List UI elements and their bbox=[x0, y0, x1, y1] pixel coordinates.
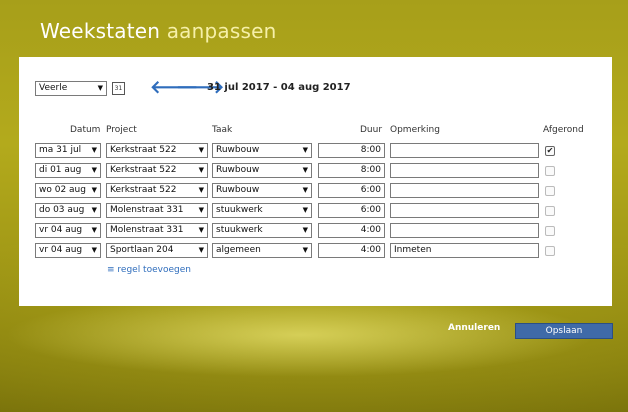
remark-input[interactable] bbox=[390, 143, 539, 158]
person-select-value: Veerle bbox=[39, 83, 68, 93]
date-value: vr 04 aug bbox=[39, 225, 83, 235]
done-checkbox[interactable] bbox=[545, 246, 555, 256]
column-header-task: Taak bbox=[212, 125, 233, 135]
page-title: Weekstaten aanpassen bbox=[40, 19, 276, 43]
remark-input[interactable] bbox=[390, 223, 539, 238]
chevron-down-icon: ▼ bbox=[91, 206, 97, 214]
task-value: algemeen bbox=[216, 245, 261, 255]
project-select[interactable]: Kerkstraat 522 ▼ bbox=[106, 143, 208, 158]
chevron-down-icon: ▼ bbox=[302, 166, 308, 174]
date-select[interactable]: wo 02 aug ▼ bbox=[35, 183, 101, 198]
chevron-down-icon: ▼ bbox=[198, 226, 204, 234]
date-value: vr 04 aug bbox=[39, 245, 83, 255]
date-range: 31 jul 2017 - 04 aug 2017 bbox=[207, 82, 351, 93]
column-header-project: Project bbox=[106, 125, 137, 135]
chevron-down-icon: ▼ bbox=[198, 166, 204, 174]
duration-input[interactable]: 8:00 bbox=[318, 163, 385, 178]
task-select[interactable]: Ruwbouw ▼ bbox=[212, 183, 312, 198]
chevron-down-icon: ▼ bbox=[97, 84, 103, 92]
done-checkbox[interactable] bbox=[545, 206, 555, 216]
task-value: Ruwbouw bbox=[216, 165, 260, 175]
chevron-down-icon: ▼ bbox=[302, 246, 308, 254]
task-select[interactable]: algemeen ▼ bbox=[212, 243, 312, 258]
date-value: wo 02 aug bbox=[39, 185, 86, 195]
task-value: Ruwbouw bbox=[216, 185, 260, 195]
cancel-button[interactable]: Annuleren bbox=[448, 323, 500, 333]
project-select[interactable]: Molenstraat 331 ▼ bbox=[106, 203, 208, 218]
task-select[interactable]: stuukwerk ▼ bbox=[212, 223, 312, 238]
done-checkbox[interactable] bbox=[545, 166, 555, 176]
date-value: ma 31 jul bbox=[39, 145, 82, 155]
chevron-down-icon: ▼ bbox=[302, 186, 308, 194]
task-value: Ruwbouw bbox=[216, 145, 260, 155]
chevron-down-icon: ▼ bbox=[91, 186, 97, 194]
project-value: Sportlaan 204 bbox=[110, 245, 174, 255]
add-row-link[interactable]: ≡ regel toevoegen bbox=[107, 265, 191, 275]
date-select[interactable]: vr 04 aug ▼ bbox=[35, 243, 101, 258]
done-checkbox[interactable] bbox=[545, 186, 555, 196]
duration-input[interactable]: 6:00 bbox=[318, 203, 385, 218]
column-header-date: Datum bbox=[70, 125, 101, 135]
chevron-down-icon: ▼ bbox=[91, 166, 97, 174]
calendar-icon[interactable]: 31 bbox=[112, 82, 125, 95]
project-value: Molenstraat 331 bbox=[110, 225, 184, 235]
column-header-remark: Opmerking bbox=[390, 125, 440, 135]
date-select[interactable]: vr 04 aug ▼ bbox=[35, 223, 101, 238]
done-checkbox[interactable] bbox=[545, 226, 555, 236]
project-value: Kerkstraat 522 bbox=[110, 145, 177, 155]
page-title-accent: aanpassen bbox=[166, 19, 277, 43]
chevron-down-icon: ▼ bbox=[302, 226, 308, 234]
task-select[interactable]: stuukwerk ▼ bbox=[212, 203, 312, 218]
chevron-down-icon: ▼ bbox=[198, 246, 204, 254]
chevron-down-icon: ▼ bbox=[198, 186, 204, 194]
project-select[interactable]: Sportlaan 204 ▼ bbox=[106, 243, 208, 258]
remark-input[interactable] bbox=[390, 163, 539, 178]
date-select[interactable]: do 03 aug ▼ bbox=[35, 203, 101, 218]
page-title-main: Weekstaten bbox=[40, 19, 161, 43]
project-value: Kerkstraat 522 bbox=[110, 185, 177, 195]
chevron-down-icon: ▼ bbox=[198, 206, 204, 214]
duration-input[interactable]: 4:00 bbox=[318, 223, 385, 238]
column-header-done: Afgerond bbox=[543, 125, 584, 135]
project-select[interactable]: Kerkstraat 522 ▼ bbox=[106, 183, 208, 198]
duration-input[interactable]: 6:00 bbox=[318, 183, 385, 198]
task-select[interactable]: Ruwbouw ▼ bbox=[212, 143, 312, 158]
task-select[interactable]: Ruwbouw ▼ bbox=[212, 163, 312, 178]
task-value: stuukwerk bbox=[216, 225, 263, 235]
checkmark-icon: ✔ bbox=[546, 146, 554, 155]
timesheet-panel: Veerle ▼ 31 🡐 🡒 31 jul 2017 - 04 aug 201… bbox=[19, 57, 612, 306]
project-value: Molenstraat 331 bbox=[110, 205, 184, 215]
project-select[interactable]: Molenstraat 331 ▼ bbox=[106, 223, 208, 238]
remark-input[interactable] bbox=[390, 183, 539, 198]
project-select[interactable]: Kerkstraat 522 ▼ bbox=[106, 163, 208, 178]
date-select[interactable]: ma 31 jul ▼ bbox=[35, 143, 101, 158]
chevron-down-icon: ▼ bbox=[198, 146, 204, 154]
task-value: stuukwerk bbox=[216, 205, 263, 215]
column-header-duration: Duur bbox=[360, 125, 383, 135]
chevron-down-icon: ▼ bbox=[91, 246, 97, 254]
save-button[interactable]: Opslaan bbox=[515, 323, 613, 339]
chevron-down-icon: ▼ bbox=[91, 226, 97, 234]
remark-input[interactable] bbox=[390, 203, 539, 218]
chevron-down-icon: ▼ bbox=[302, 206, 308, 214]
date-value: di 01 aug bbox=[39, 165, 82, 175]
chevron-down-icon: ▼ bbox=[302, 146, 308, 154]
chevron-down-icon: ▼ bbox=[91, 146, 97, 154]
remark-input[interactable]: Inmeten bbox=[390, 243, 539, 258]
person-select[interactable]: Veerle ▼ bbox=[35, 81, 107, 96]
date-value: do 03 aug bbox=[39, 205, 85, 215]
done-checkbox[interactable]: ✔ bbox=[545, 146, 555, 156]
duration-input[interactable]: 4:00 bbox=[318, 243, 385, 258]
duration-input[interactable]: 8:00 bbox=[318, 143, 385, 158]
project-value: Kerkstraat 522 bbox=[110, 165, 177, 175]
date-select[interactable]: di 01 aug ▼ bbox=[35, 163, 101, 178]
